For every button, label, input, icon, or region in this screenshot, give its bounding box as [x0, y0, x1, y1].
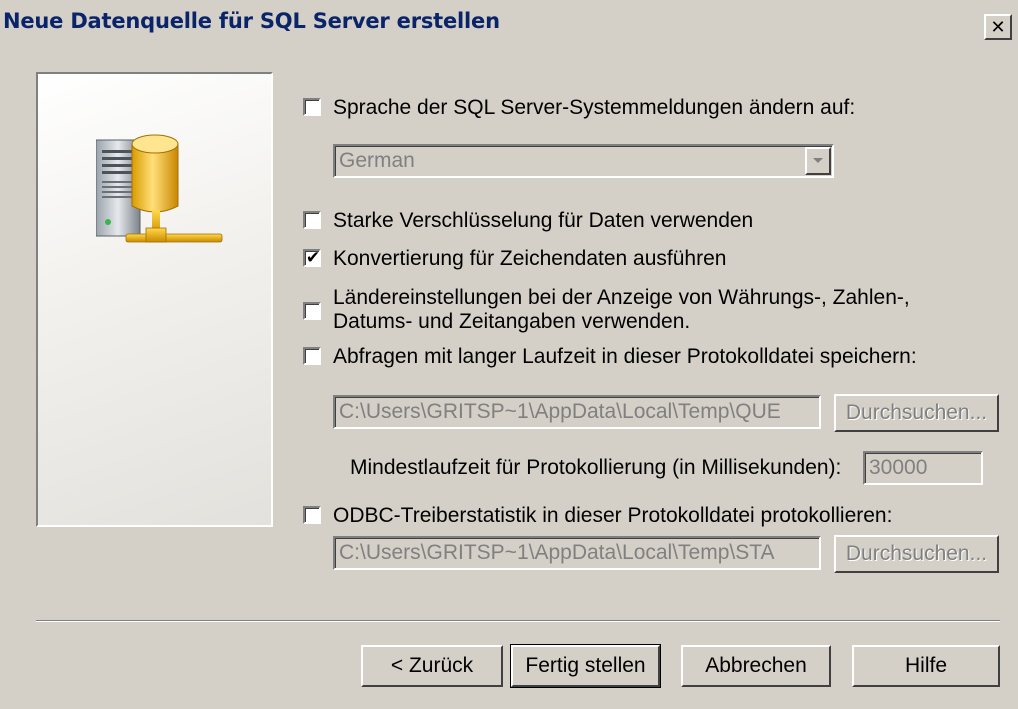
cancel-button[interactable]: Abbrechen [681, 645, 831, 687]
side-panel [36, 72, 273, 527]
min-runtime-value: 30000 [869, 456, 928, 479]
database-server-icon [96, 134, 223, 243]
back-button-label: < Zurück [390, 654, 474, 677]
cancel-button-label: Abbrechen [705, 654, 807, 677]
long-queries-checkbox[interactable] [303, 347, 321, 365]
long-queries-path-field[interactable]: C:\Users\GRITSP~1\AppData\Local\Temp\QUE [333, 395, 821, 429]
convert-option[interactable]: ✔ Konvertierung für Zeichendaten ausführ… [303, 246, 726, 271]
min-runtime-field[interactable]: 30000 [863, 451, 983, 485]
back-button[interactable]: < Zurück [361, 645, 503, 687]
regional-label: Ländereinstellungen bei der Anzeige von … [333, 286, 910, 334]
encryption-label: Starke Verschlüsselung für Daten verwend… [333, 209, 754, 232]
convert-checkbox[interactable]: ✔ [303, 248, 321, 268]
language-checkbox[interactable] [303, 98, 321, 116]
browse-button-2[interactable]: Durchsuchen... [834, 535, 999, 573]
regional-label-line1: Ländereinstellungen bei der Anzeige von … [333, 286, 910, 309]
help-button[interactable]: Hilfe [852, 645, 1000, 687]
long-queries-path: C:\Users\GRITSP~1\AppData\Local\Temp\QUE [339, 400, 781, 423]
driver-stats-option[interactable]: ODBC-Treiberstatistik in dieser Protokol… [303, 503, 892, 528]
language-select[interactable]: German [333, 144, 834, 178]
driver-stats-path-field[interactable]: C:\Users\GRITSP~1\AppData\Local\Temp\STA [333, 536, 821, 570]
close-icon: ✕ [990, 16, 1006, 38]
browse-button-2-label: Durchsuchen... [845, 542, 988, 565]
regional-checkbox[interactable] [303, 302, 321, 320]
finish-button-label: Fertig stellen [525, 654, 646, 677]
convert-label: Konvertierung für Zeichendaten ausführen [333, 247, 727, 270]
driver-stats-path: C:\Users\GRITSP~1\AppData\Local\Temp\STA [339, 541, 775, 564]
encryption-option[interactable]: Starke Verschlüsselung für Daten verwend… [303, 208, 753, 233]
help-button-label: Hilfe [904, 654, 947, 677]
separator [36, 620, 1000, 622]
window-title: Neue Datenquelle für SQL Server erstelle… [3, 9, 500, 33]
title-bar: Neue Datenquelle für SQL Server erstelle… [0, 0, 1018, 44]
long-queries-label: Abfragen mit langer Laufzeit in dieser P… [333, 345, 917, 368]
long-queries-option[interactable]: Abfragen mit langer Laufzeit in dieser P… [303, 344, 917, 369]
driver-stats-checkbox[interactable] [303, 506, 321, 524]
language-option[interactable]: Sprache der SQL Server-Systemmeldungen ä… [303, 95, 855, 120]
language-select-value: German [339, 149, 415, 172]
driver-stats-label: ODBC-Treiberstatistik in dieser Protokol… [333, 504, 893, 527]
chevron-down-icon [813, 158, 823, 163]
close-button[interactable]: ✕ [984, 14, 1012, 40]
min-runtime-label: Mindestlaufzeit für Protokollierung (in … [350, 456, 842, 479]
finish-button[interactable]: Fertig stellen [510, 644, 661, 688]
browse-button-1[interactable]: Durchsuchen... [834, 394, 999, 432]
checkmark-icon: ✔ [305, 248, 321, 268]
regional-label-line2: Datums- und Zeitangaben verwenden. [333, 310, 691, 333]
browse-button-1-label: Durchsuchen... [845, 401, 988, 424]
regional-option[interactable]: Ländereinstellungen bei der Anzeige von … [303, 286, 910, 334]
dropdown-button[interactable] [805, 147, 831, 175]
encryption-checkbox[interactable] [303, 211, 321, 229]
language-label: Sprache der SQL Server-Systemmeldungen ä… [333, 96, 856, 119]
